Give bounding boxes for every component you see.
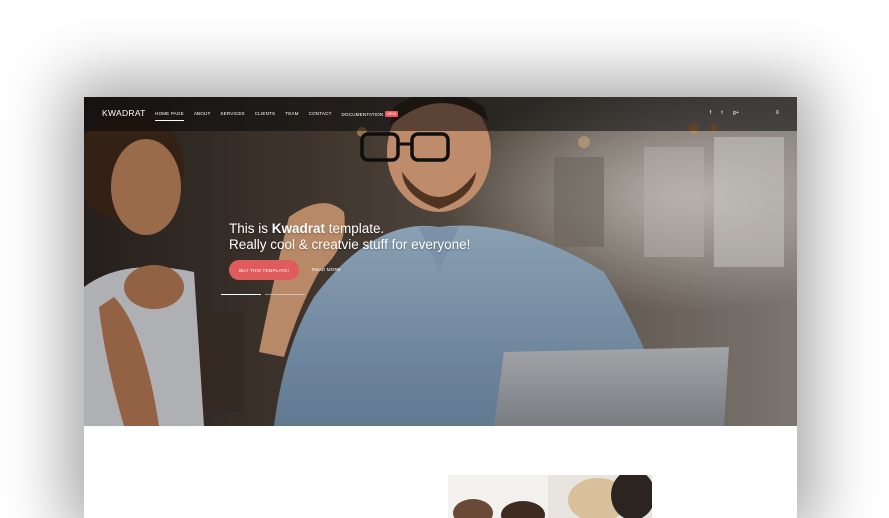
new-badge: NEW (385, 111, 399, 117)
hero-headline: This is Kwadrat template. Really cool & … (229, 221, 470, 253)
main-menu: HOME PAGE ABOUT SERVICES CLIENTS TEAM CO… (155, 111, 408, 121)
hamburger-icon[interactable]: ≡ (775, 110, 779, 116)
facebook-icon[interactable]: f (710, 110, 712, 116)
google-plus-icon[interactable]: g+ (733, 110, 739, 116)
team-photo (448, 475, 652, 518)
nav-documentation-label: DOCUMENTATION (341, 112, 384, 117)
site-logo[interactable]: KWADRAT (102, 108, 146, 118)
nav-about[interactable]: ABOUT (194, 111, 211, 117)
nav-documentation[interactable]: DOCUMENTATION NEW (342, 111, 399, 117)
nav-team[interactable]: TEAM (285, 111, 298, 117)
hero-title-brand: Kwadrat (271, 221, 326, 236)
hero-subtitle: Really cool & creatvie stuff for everyon… (229, 237, 471, 252)
slider-dot-1[interactable] (221, 294, 261, 296)
nav-clients[interactable]: CLIENTS (255, 111, 275, 117)
nav-services[interactable]: SERVICES (220, 111, 244, 117)
slider-dot-2[interactable] (265, 294, 305, 296)
buy-template-button[interactable]: BUY THIS TEMPLATE! (229, 260, 299, 280)
hero-title: This is Kwadrat template. (229, 221, 470, 237)
social-links: f t g+ (710, 110, 739, 116)
hero-title-suffix: template. (325, 221, 385, 236)
hero-background-photo (84, 97, 797, 426)
browser-frame: KWADRAT HOME PAGE ABOUT SERVICES CLIENTS… (84, 97, 797, 518)
content-section (84, 426, 797, 518)
twitter-icon[interactable]: t (721, 110, 723, 116)
top-navbar: KWADRAT HOME PAGE ABOUT SERVICES CLIENTS… (84, 97, 797, 131)
read-more-link[interactable]: READ MORE (312, 267, 341, 272)
hero-title-prefix: This is (229, 221, 272, 236)
hero-section: KWADRAT HOME PAGE ABOUT SERVICES CLIENTS… (84, 97, 797, 426)
nav-home-page[interactable]: HOME PAGE (155, 111, 184, 121)
slider-pagination (221, 294, 305, 296)
nav-contact[interactable]: CONTACT (309, 111, 332, 117)
